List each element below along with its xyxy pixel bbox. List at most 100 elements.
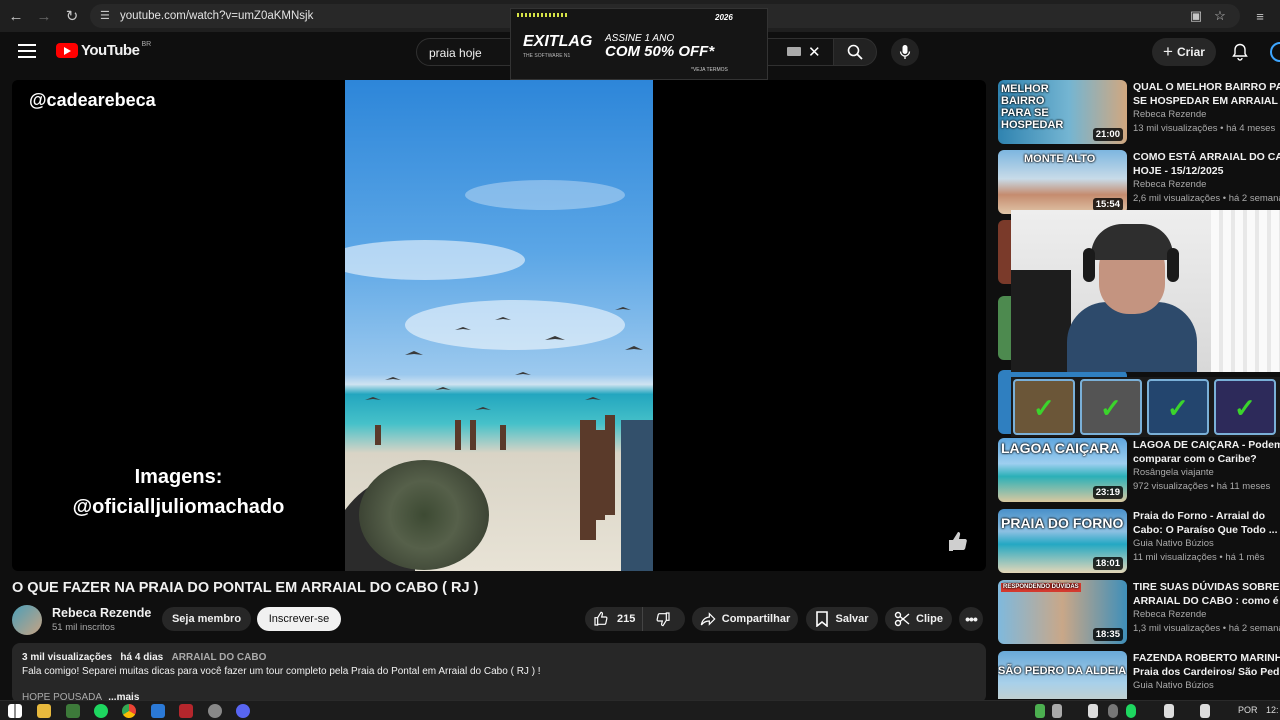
more-actions-button[interactable]: ••• <box>959 607 983 631</box>
subscribe-button[interactable]: Inscrever-se <box>257 607 341 631</box>
recommendation-thumbnail: MONTE ALTO 15:54 <box>998 150 1127 214</box>
ad-brand: EXITLAG <box>523 33 593 50</box>
app-icon[interactable] <box>151 704 165 718</box>
search-button[interactable] <box>833 38 877 66</box>
upload-age: há 4 dias <box>120 652 164 663</box>
recommendation-item[interactable]: MELHOR BAIRRO PARA SE HOSPEDAR 21:00 QUA… <box>998 80 1280 144</box>
video-duration: 23:19 <box>1092 486 1123 499</box>
recommendation-item[interactable]: PRAIA DO FORNO 18:01 Praia do Forno - Ar… <box>998 509 1280 573</box>
bookmark-icon <box>816 611 829 627</box>
recommendation-title: QUAL O MELHOR BAIRRO PARASE HOSPEDAR EM … <box>1133 81 1280 107</box>
video-player[interactable]: @cadearebeca Imagens: @oficialljuliomach… <box>12 80 986 571</box>
discord-icon[interactable] <box>236 704 250 718</box>
like-overlay-icon <box>949 532 967 551</box>
tray-icon[interactable] <box>1164 704 1174 718</box>
share-button[interactable]: Compartilhar <box>692 607 798 631</box>
save-button[interactable]: Salvar <box>806 607 878 631</box>
app-icon[interactable] <box>179 704 193 718</box>
recommendation-item[interactable]: LAGOA CAIÇARA 23:19 LAGOA DE CAIÇARA - P… <box>998 438 1280 502</box>
channel-name[interactable]: Rebeca Rezende <box>52 606 151 620</box>
bookmark-star-icon[interactable]: ☆ <box>1208 4 1232 28</box>
recommendation-thumbnail: SÃO PEDRO DA ALDEIA <box>998 651 1127 699</box>
volume-icon[interactable] <box>1200 704 1210 718</box>
recommendation-thumbnail: LAGOA CAIÇARA 23:19 <box>998 438 1127 502</box>
checkmark-icon: ✓ <box>1100 393 1122 423</box>
cast-icon[interactable]: ▣ <box>1184 4 1208 28</box>
notifications-bell-icon[interactable] <box>1230 42 1250 62</box>
recommendation-meta: 13 mil visualizações • há 4 meses <box>1133 123 1276 134</box>
account-avatar[interactable] <box>1270 42 1280 62</box>
video-frame <box>345 80 653 571</box>
thumbnail-text: MONTE ALTO <box>1024 153 1096 165</box>
app-icon[interactable] <box>208 704 222 718</box>
url-text: youtube.com/watch?v=umZ0aKMNsjk <box>120 10 314 22</box>
more-dots-icon: ••• <box>965 611 978 627</box>
country-code: BR <box>141 41 152 48</box>
clock[interactable]: 12: <box>1266 705 1279 715</box>
description-box[interactable]: 3 mil visualizações há 4 dias ARRAIAL DO… <box>12 643 986 703</box>
youtube-logo[interactable]: YouTube BR <box>56 41 152 59</box>
recommendation-channel: Guia Nativo Búzios <box>1133 538 1214 549</box>
thumbnail-text: RESPONDENDO DÚVIDAS <box>1001 583 1081 592</box>
reload-icon[interactable]: ↻ <box>58 2 86 30</box>
ad-disclaimer: *VEJA TERMOS <box>691 67 728 73</box>
logo-text: YouTube <box>81 42 140 59</box>
recommendation-meta: 2,6 mil visualizações • há 2 semanas <box>1133 193 1280 204</box>
recommendation-item[interactable]: SÃO PEDRO DA ALDEIA FAZENDA ROBERTO MARI… <box>998 651 1280 699</box>
tray-icon[interactable] <box>1088 704 1098 718</box>
badge: ✓ <box>1013 379 1075 435</box>
app-icon[interactable] <box>66 704 80 718</box>
tray-icon[interactable] <box>1126 704 1136 718</box>
tray-icon[interactable] <box>1108 704 1118 718</box>
menu-icon[interactable] <box>18 44 36 58</box>
credits-line1: Imagens: <box>134 466 223 488</box>
keyboard-icon[interactable] <box>787 47 801 56</box>
checkmark-icon: ✓ <box>1033 393 1055 423</box>
like-button[interactable]: 215 <box>585 607 643 631</box>
reading-list-icon[interactable]: ≡ <box>1248 4 1272 28</box>
recommendation-thumbnail: MELHOR BAIRRO PARA SE HOSPEDAR 21:00 <box>998 80 1127 144</box>
ad-year: 2026 <box>715 13 733 22</box>
clear-search-icon[interactable]: ✕ <box>808 43 821 61</box>
recommendation-channel: Guia Nativo Búzios <box>1133 680 1214 691</box>
join-button[interactable]: Seja membro <box>162 607 251 631</box>
back-icon[interactable]: ← <box>2 2 30 30</box>
channel-avatar[interactable] <box>12 605 42 635</box>
language-indicator[interactable]: POR <box>1238 705 1258 715</box>
dislike-button[interactable] <box>643 607 683 631</box>
video-duration: 18:35 <box>1092 628 1123 641</box>
thumbnail-text: SÃO PEDRO DA ALDEIA <box>998 665 1127 677</box>
voice-search-button[interactable] <box>891 38 919 66</box>
site-info-icon[interactable]: ☰ <box>100 9 114 23</box>
recommendation-item[interactable]: MONTE ALTO 15:54 COMO ESTÁ ARRAIAL DO CA… <box>998 150 1280 214</box>
recommendation-meta: 972 visualizações • há 11 meses <box>1133 481 1271 492</box>
badge: ✓ <box>1147 379 1209 435</box>
chrome-icon[interactable] <box>122 704 136 718</box>
share-icon <box>700 612 716 626</box>
clip-button[interactable]: Clipe <box>885 607 952 631</box>
thumbs-up-icon <box>594 611 608 626</box>
overlay-credits: Imagens: @oficialljuliomachado <box>12 462 345 522</box>
ad-tagline: THE SOFTWARE N1 <box>523 53 571 59</box>
ad-stripe <box>517 13 567 17</box>
recommendation-item[interactable]: RESPONDENDO DÚVIDAS 18:35 TIRE SUAS DÚVI… <box>998 580 1280 644</box>
spotify-icon[interactable] <box>94 704 108 718</box>
view-count: 3 mil visualizações <box>22 652 113 663</box>
youtube-play-icon <box>56 43 78 58</box>
create-button[interactable]: + Criar <box>1152 38 1216 66</box>
recommendation-title: Praia do Forno - Arraial do Cabo: O Paraí… <box>1133 510 1278 536</box>
forward-icon[interactable]: → <box>30 2 58 30</box>
hashtag-link[interactable]: ARRAIAL DO CABO <box>172 652 267 663</box>
recommendation-thumbnail: PRAIA DO FORNO 18:01 <box>998 509 1127 573</box>
plus-icon: + <box>1163 42 1173 61</box>
recommendation-thumbnail: RESPONDENDO DÚVIDAS 18:35 <box>998 580 1127 644</box>
recommendation-channel: Rebeca Rezende <box>1133 179 1207 190</box>
windows-start-icon[interactable] <box>8 704 22 718</box>
tray-icon[interactable] <box>1052 704 1062 718</box>
webcam-overlay <box>1011 210 1280 372</box>
file-explorer-icon[interactable] <box>37 704 51 718</box>
badge: ✓ <box>1214 379 1276 435</box>
recommendation-channel: Rosângela viajante <box>1133 467 1214 478</box>
tray-icon[interactable] <box>1035 704 1045 718</box>
ad-banner[interactable]: 2026 EXITLAG THE SOFTWARE N1 ASSINE 1 AN… <box>510 8 768 80</box>
